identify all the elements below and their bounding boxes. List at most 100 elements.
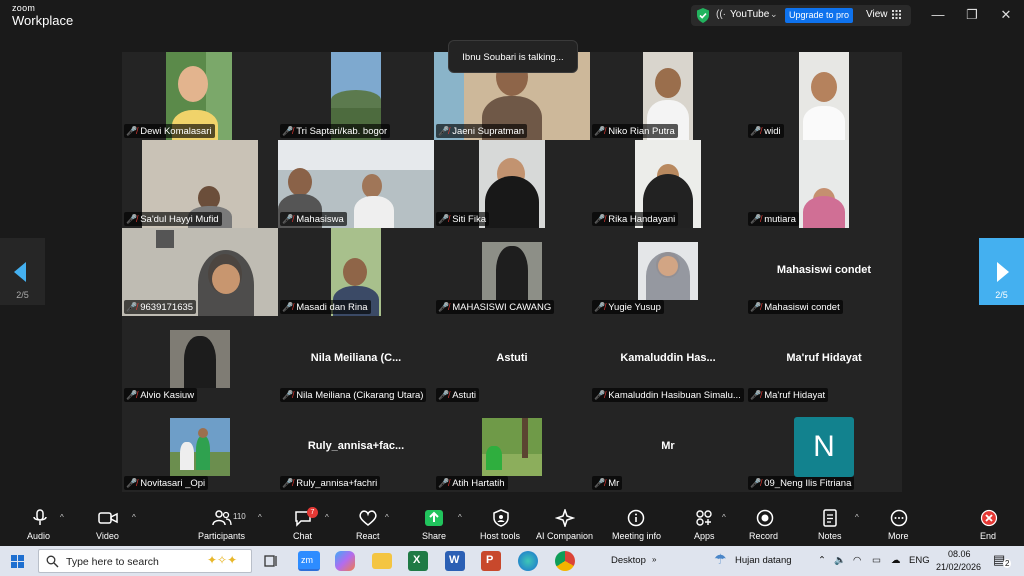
title-bar: zoom Workplace ((· YouTube ⌄ Upgrade to … (0, 0, 1024, 33)
participant-tile[interactable]: 🎤̸ Masadi dan Rina (278, 228, 434, 316)
participant-tile[interactable]: 🎤̸ widi (746, 52, 902, 140)
participant-tile[interactable]: 🎤̸ Sa'dul Hayyi Mufid (122, 140, 278, 228)
shield-icon[interactable] (696, 8, 710, 23)
participant-tile[interactable]: 🎤̸ Yugie Yusup (590, 228, 746, 316)
close-icon[interactable]: ✕ (996, 7, 1016, 23)
ai-companion-button[interactable]: AI Companion (535, 501, 597, 545)
battery-icon[interactable]: ▭ (872, 555, 881, 566)
chevron-up-icon[interactable]: ^ (855, 513, 859, 522)
participant-tile[interactable]: Astuti 🎤̸ Astuti (434, 316, 590, 404)
participant-tile[interactable]: 🎤̸ Novitasari _Opi (122, 404, 278, 492)
notes-button[interactable]: Notes (818, 501, 848, 545)
clock-date[interactable]: 21/02/2026 (936, 562, 981, 572)
sparkle-icon (555, 509, 575, 527)
grid-view-icon[interactable] (892, 10, 901, 19)
participant-tile[interactable]: 🎤̸ Tri Saptari/kab. bogor (278, 52, 434, 140)
chat-button[interactable]: 7 Chat (290, 501, 320, 545)
participant-tile[interactable]: 🎤̸ 9639171635 (122, 228, 278, 316)
share-label: Share (422, 531, 447, 541)
view-button[interactable]: View (866, 9, 888, 20)
audio-button[interactable]: Audio (26, 501, 66, 545)
onedrive-icon[interactable]: ☁ (891, 555, 901, 566)
previous-page-button[interactable]: 2/5 (0, 238, 45, 305)
participant-name-tag: 🎤̸ Tri Saptari/kab. bogor (280, 124, 391, 138)
windows-start-icon[interactable] (11, 555, 24, 568)
chevron-up-icon[interactable]: ^ (458, 513, 462, 522)
participants-button[interactable]: 110 Participants (196, 501, 256, 545)
participant-name-tag: 🎤̸ 9639171635 (124, 300, 197, 314)
weather-text[interactable]: Hujan datang (735, 555, 792, 566)
chevron-up-icon[interactable]: ^ (60, 513, 64, 522)
taskbar-search-box[interactable]: Type here to search ✦✧✦ (38, 549, 252, 573)
chevron-up-icon[interactable]: ^ (325, 513, 329, 522)
muted-mic-icon: 🎤̸ (594, 214, 606, 224)
logo-top-text: zoom (12, 3, 36, 13)
video-button[interactable]: Video (96, 501, 136, 545)
muted-mic-icon: 🎤̸ (750, 478, 762, 488)
copilot-icon[interactable] (335, 551, 355, 571)
participant-tile[interactable]: Ruly_annisa+fac... 🎤̸ Ruly_annisa+fachri (278, 404, 434, 492)
chevron-right-icon[interactable]: » (652, 555, 656, 564)
participant-tile[interactable]: Nila Meiliana (C... 🎤̸ Nila Meiliana (Cik… (278, 316, 434, 404)
zoom-app-icon[interactable]: zm (298, 551, 320, 571)
share-button[interactable]: Share (420, 501, 450, 545)
host-tools-button[interactable]: Host tools (478, 501, 524, 545)
participant-tile[interactable]: 🎤̸ Alvio Kasiuw (122, 316, 278, 404)
participants-icon (212, 510, 232, 526)
participant-tile[interactable]: 🎤̸ Niko Rian Putra (590, 52, 746, 140)
participant-tile[interactable]: 🎤̸ Rika Handayani (590, 140, 746, 228)
participant-video (482, 418, 542, 476)
upgrade-button[interactable]: Upgrade to pro (785, 8, 854, 23)
file-explorer-icon[interactable] (372, 553, 392, 569)
excel-icon[interactable]: X (408, 551, 428, 571)
share-screen-icon (425, 510, 443, 526)
chevron-up-icon[interactable]: ⌃ (818, 555, 826, 566)
participant-video (799, 52, 849, 140)
participant-video (170, 330, 230, 388)
end-meeting-button[interactable]: End (976, 501, 1002, 545)
chevron-down-icon[interactable]: ⌄ (770, 9, 778, 20)
record-button[interactable]: Record (748, 501, 782, 545)
chrome-icon[interactable] (555, 551, 575, 571)
video-gallery: 🎤̸ Dewi Komalasari 🎤̸ Tri Saptari/kab. bog… (122, 52, 902, 492)
participant-tile[interactable]: Mr 🎤̸ Mr (590, 404, 746, 492)
muted-mic-icon: 🎤̸ (750, 302, 762, 312)
wifi-icon[interactable]: ◠ (853, 555, 861, 566)
chevron-up-icon[interactable]: ^ (132, 513, 136, 522)
apps-button[interactable]: Apps (692, 501, 722, 545)
participant-tile[interactable]: 🎤̸ Siti Fika (434, 140, 590, 228)
info-icon (627, 509, 645, 527)
minimize-icon[interactable]: — (928, 7, 948, 22)
participant-tile[interactable]: 🎤̸ mutiara (746, 140, 902, 228)
powerpoint-icon[interactable]: P (481, 551, 501, 571)
participant-name-tag: 🎤̸ Rika Handayani (592, 212, 679, 226)
youtube-stream-label[interactable]: YouTube (730, 9, 769, 20)
apps-icon (696, 510, 712, 526)
word-icon[interactable]: W (445, 551, 465, 571)
task-view-icon[interactable] (261, 551, 281, 571)
react-button[interactable]: React (354, 501, 384, 545)
livestream-icon: ((· (716, 9, 726, 20)
muted-mic-icon: 🎤̸ (438, 214, 450, 224)
participant-tile[interactable]: Ma'ruf Hidayat 🎤̸ Ma'ruf Hidayat (746, 316, 902, 404)
participant-tile[interactable]: 🎤̸ Mahasiswa (278, 140, 434, 228)
restore-icon[interactable]: ❐ (962, 7, 982, 23)
next-page-button[interactable]: 2/5 (979, 238, 1024, 305)
participant-display-name: Nila Meiliana (C... (310, 352, 402, 364)
participant-tile[interactable]: 🎤̸ Atih Hartatih (434, 404, 590, 492)
meeting-info-button[interactable]: Meeting info (610, 501, 666, 545)
chevron-up-icon[interactable]: ^ (258, 513, 262, 522)
more-button[interactable]: More (886, 501, 916, 545)
participant-tile[interactable]: 🎤̸ Dewi Komalasari (122, 52, 278, 140)
language-indicator[interactable]: ENG (909, 555, 930, 566)
chevron-up-icon[interactable]: ^ (385, 513, 389, 522)
speaker-icon[interactable]: 🔈 (834, 555, 846, 566)
participant-tile[interactable]: Kamaluddin Has... 🎤̸ Kamaluddin Hasibuan … (590, 316, 746, 404)
chevron-up-icon[interactable]: ^ (722, 513, 726, 522)
clock-time[interactable]: 08.06 (948, 549, 971, 559)
participant-display-name: Kamaluddin Has... (620, 352, 716, 364)
edge-icon[interactable] (518, 551, 538, 571)
participant-tile[interactable]: 🎤̸ MAHASISWI CAWANG (434, 228, 590, 316)
participant-tile[interactable]: Mahasiswi condet 🎤̸ Mahasiswi condet (746, 228, 902, 316)
desktop-toolbar-label[interactable]: Desktop (611, 555, 646, 566)
